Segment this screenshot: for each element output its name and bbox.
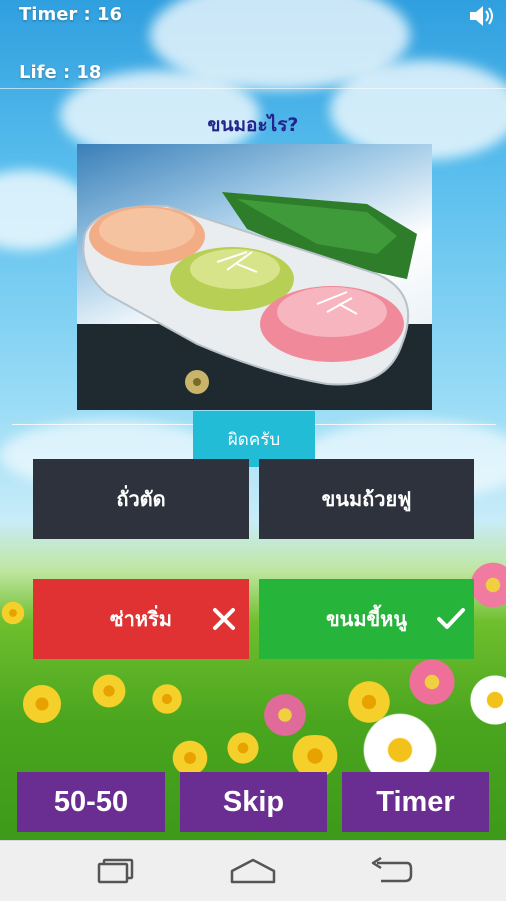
answer-label: ขนมถ้วยฟู [321,487,412,511]
question-text: ขนมอะไร? [207,114,299,136]
answer-button-4-correct[interactable]: ขนมขี้หนู [259,579,474,659]
timer-display: Timer : 16 [19,4,123,25]
food-photo [77,144,432,410]
answer-label: ซ่าหริ่ม [110,607,172,631]
speaker-icon[interactable] [468,4,496,28]
hud-divider [0,88,506,89]
back-icon[interactable] [360,851,420,891]
timer-button[interactable]: Timer [342,772,489,832]
life-display: Life : 18 [19,62,102,83]
recent-apps-icon[interactable] [86,851,146,891]
system-navbar [0,840,506,901]
check-icon [436,606,465,632]
answer-label: ขนมขี้หนู [325,607,408,631]
answer-button-1[interactable]: ถั่วตัด [33,459,249,539]
answer-button-3-wrong[interactable]: ซ่าหริ่ม [33,579,249,659]
answer-label: ถั่วตัด [116,487,166,511]
answer-button-2[interactable]: ขนมถ้วยฟู [259,459,474,539]
skip-button[interactable]: Skip [180,772,327,832]
home-icon[interactable] [223,851,283,891]
fifty-fifty-button[interactable]: 50-50 [17,772,165,832]
close-icon [211,606,237,632]
